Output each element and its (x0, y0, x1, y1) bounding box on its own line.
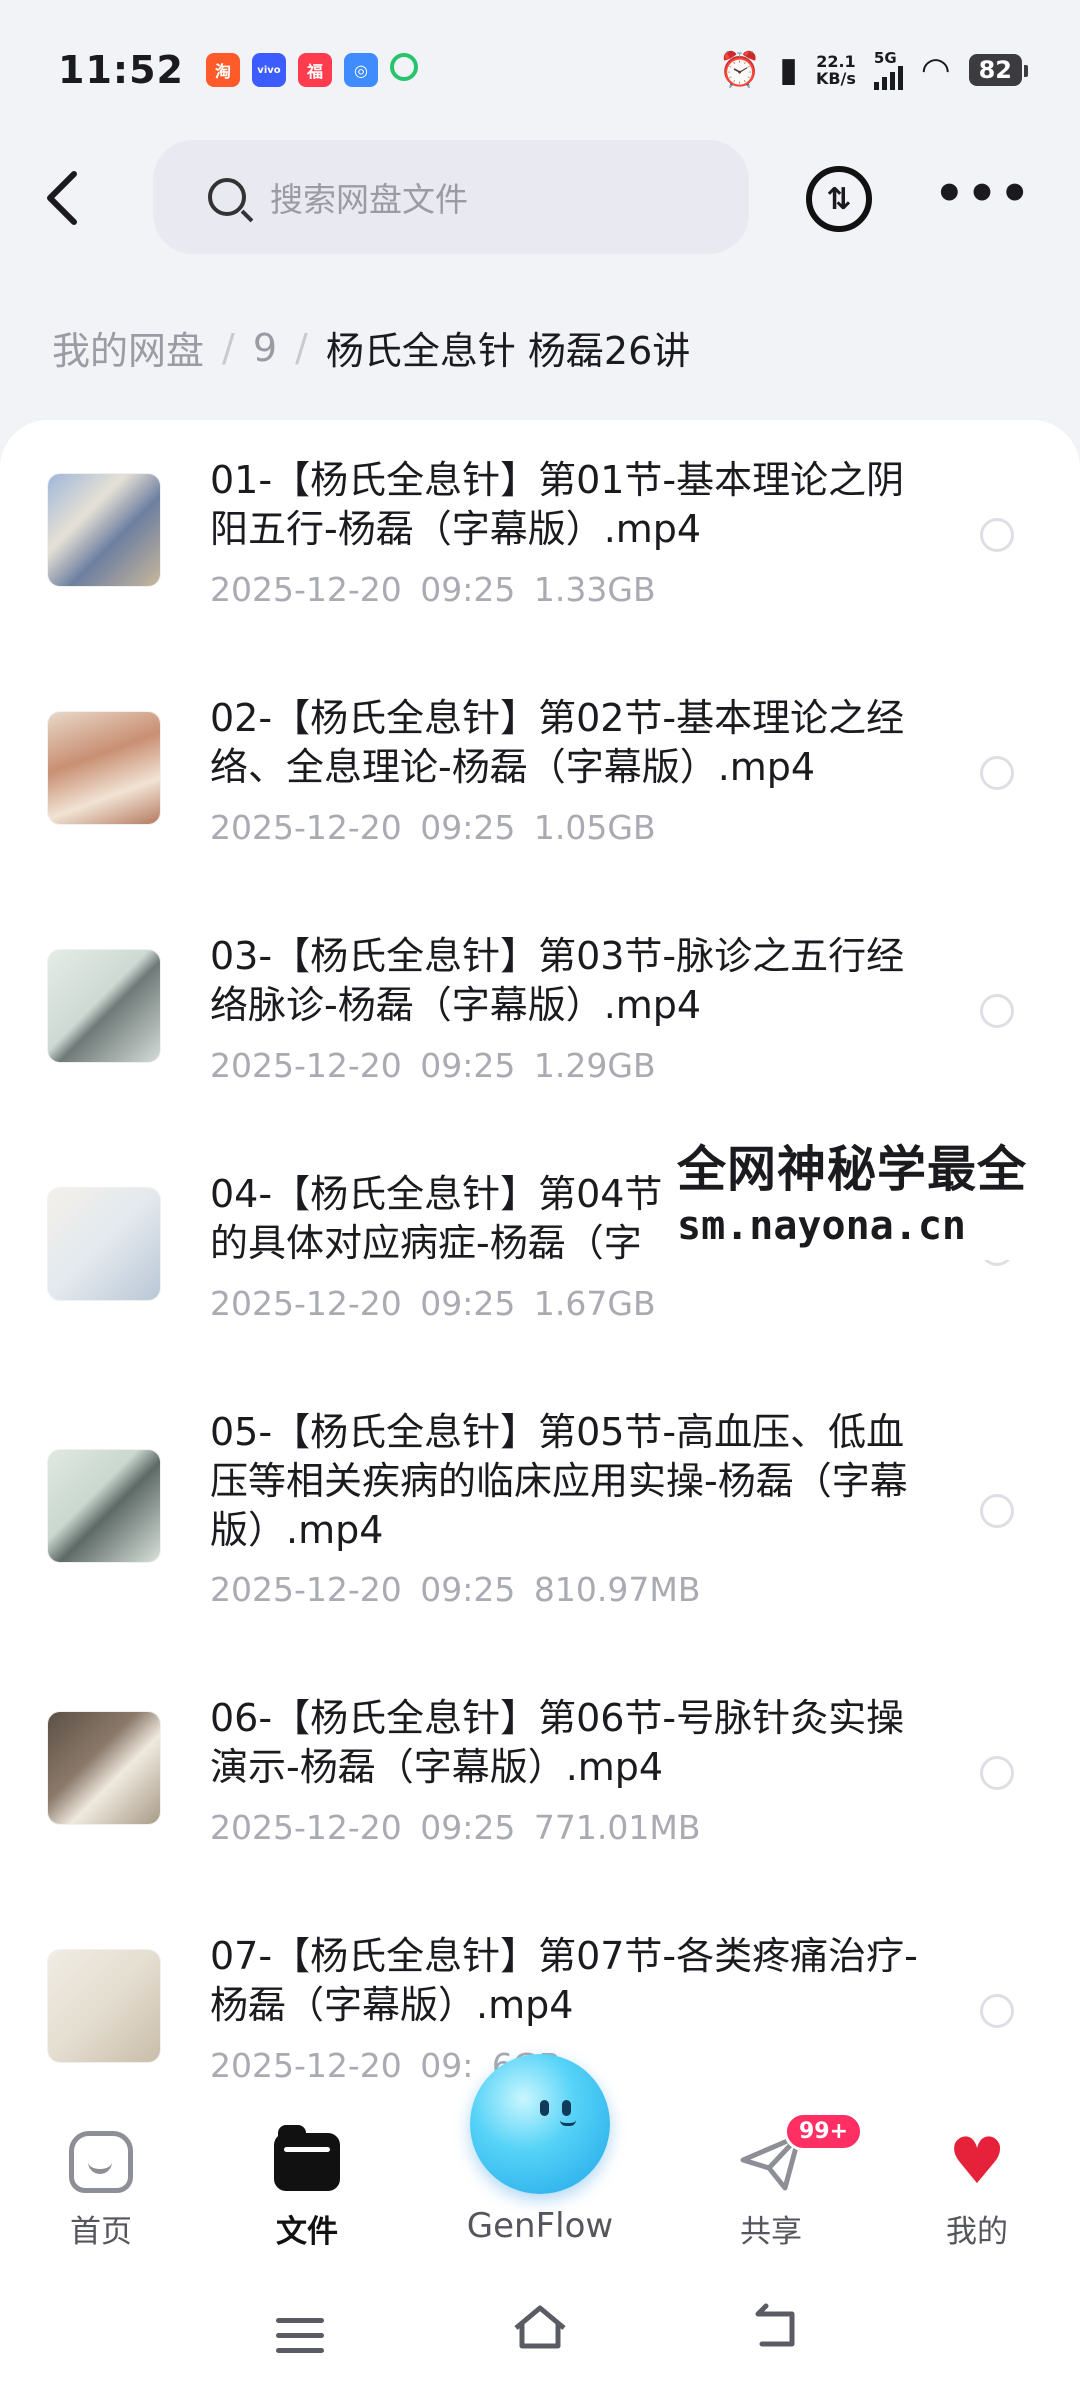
watermark-title: 全网神秘学最全 (677, 1140, 1028, 1198)
nav-item-home[interactable]: 首页 (26, 2128, 176, 2251)
home-system-button[interactable] (510, 2302, 570, 2365)
search-placeholder: 搜索网盘文件 (270, 180, 468, 219)
vivo-notification-icon: vivo (251, 53, 286, 87)
nav-label-files: 文件 (276, 2214, 338, 2250)
share-badge: 99+ (784, 2112, 864, 2151)
more-options-button[interactable]: ••• (934, 164, 1032, 224)
battery-indicator: 82 (968, 54, 1029, 86)
file-row[interactable]: 06-【杨氏全息针】第06节-号脉针灸实操演示-杨磊（字幕版）.mp4 2025… (0, 1658, 1080, 1896)
cell-signal-icon: 5G (873, 50, 903, 90)
shopping-notification-icon: 福 (297, 53, 332, 87)
wifi-icon: ◠ (920, 50, 951, 90)
file-meta: 2025-12-20 09:25 1.29GB (210, 1046, 656, 1085)
vibrate-icon: ▮ (779, 50, 798, 90)
back-arrow-icon (755, 2303, 795, 2347)
nav-label-genflow: GenFlow (466, 2206, 614, 2246)
file-row[interactable]: 03-【杨氏全息针】第03节-脉诊之五行经络脉诊-杨磊（字幕版）.mp4 202… (0, 896, 1080, 1134)
breadcrumb-separator: / (222, 325, 235, 370)
transfer-list-button[interactable]: ⇅ (806, 166, 872, 232)
search-input[interactable]: 搜索网盘文件 (153, 140, 749, 254)
status-bar: 11:52 淘 vivo 福 ◎ ⏰ ▮ 22.1 KB/s 5G ◠ 82 (0, 0, 1080, 140)
file-name: 03-【杨氏全息针】第03节-脉诊之五行经络脉诊-杨磊（字幕版）.mp4 (210, 934, 905, 1027)
file-row[interactable]: 05-【杨氏全息针】第05节-高血压、低血压等相关疾病的临床应用实操-杨磊（字幕… (0, 1372, 1080, 1658)
watermark-url: sm.nayona.cn (677, 1203, 966, 1249)
home-outline-icon (514, 2305, 566, 2349)
nav-label-share: 共享 (740, 2214, 802, 2250)
home-icon (69, 2131, 133, 2193)
orb-eye-icon (540, 2100, 549, 2116)
notification-icons: 淘 vivo 福 ◎ (205, 53, 418, 87)
recents-button[interactable] (276, 2318, 324, 2363)
video-thumbnail (48, 1712, 160, 1824)
search-icon (208, 178, 246, 216)
breadcrumb-folder-9[interactable]: 9 (253, 326, 277, 370)
select-checkbox[interactable] (980, 1994, 1014, 2028)
file-name: 02-【杨氏全息针】第02节-基本理论之经络、全息理论-杨磊（字幕版）.mp4 (210, 696, 905, 789)
browser-notification-icon: ◎ (343, 53, 378, 87)
clock: 11:52 (58, 48, 184, 92)
breadcrumb-root[interactable]: 我的网盘 (52, 320, 204, 375)
video-thumbnail (48, 474, 160, 586)
file-meta: 2025-12-20 09:25 1.67GB (210, 1284, 656, 1323)
breadcrumb: 我的网盘 / 9 / 杨氏全息针 杨磊26讲 (52, 320, 690, 375)
video-thumbnail (48, 1450, 160, 1562)
nav-label-mine: 我的 (946, 2214, 1008, 2250)
file-name: 01-【杨氏全息针】第01节-基本理论之阴阳五行-杨磊（字幕版）.mp4 (210, 458, 905, 551)
file-meta: 2025-12-20 09:25 1.05GB (210, 808, 656, 847)
nav-item-files[interactable]: 文件 (232, 2125, 382, 2251)
back-system-button[interactable] (752, 2302, 804, 2365)
chevron-left-icon (47, 171, 77, 225)
select-checkbox[interactable] (980, 756, 1014, 790)
file-meta: 2025-12-20 09:25 771.01MB (210, 1808, 701, 1847)
file-meta: 2025-12-20 09:25 1.33GB (210, 570, 656, 609)
video-thumbnail (48, 1188, 160, 1300)
nav-item-share[interactable]: 99+ 共享 (696, 2112, 864, 2251)
file-name: 07-【杨氏全息针】第07节-各类疼痛治疗-杨磊（字幕版）.mp4 (210, 1934, 918, 2027)
orb-eye-icon (562, 2100, 571, 2116)
transfer-icon: ⇅ (826, 181, 852, 217)
select-checkbox[interactable] (980, 994, 1014, 1028)
heart-avatar-icon: ♥ (948, 2125, 1006, 2199)
file-name: 05-【杨氏全息针】第05节-高血压、低血压等相关疾病的临床应用实操-杨磊（字幕… (210, 1410, 908, 1552)
orb-mouth-icon (560, 2120, 576, 2126)
back-button[interactable] (42, 168, 102, 228)
select-checkbox[interactable] (980, 1494, 1014, 1528)
genflow-button[interactable] (470, 2054, 610, 2194)
taobao-notification-icon: 淘 (205, 53, 240, 87)
breadcrumb-current: 杨氏全息针 杨磊26讲 (325, 329, 691, 373)
file-meta: 2025-12-20 09:25 810.97MB (210, 1570, 701, 1609)
file-row[interactable]: 01-【杨氏全息针】第01节-基本理论之阴阳五行-杨磊（字幕版）.mp4 202… (0, 420, 1080, 658)
file-row[interactable]: 02-【杨氏全息针】第02节-基本理论之经络、全息理论-杨磊（字幕版）.mp4 … (0, 658, 1080, 896)
file-list: 01-【杨氏全息针】第01节-基本理论之阴阳五行-杨磊（字幕版）.mp4 202… (0, 420, 1080, 2100)
folder-icon (274, 2125, 340, 2191)
nav-label-home: 首页 (70, 2214, 132, 2250)
select-checkbox[interactable] (980, 1756, 1014, 1790)
sync-notification-icon (389, 53, 418, 81)
watermark-overlay: 全网神秘学最全 sm.nayona.cn (675, 1138, 1080, 1260)
more-dots-icon: ••• (934, 166, 1033, 222)
video-thumbnail (48, 712, 160, 824)
system-nav-bar (0, 2270, 1080, 2400)
video-thumbnail (48, 950, 160, 1062)
breadcrumb-separator: / (295, 325, 308, 370)
video-thumbnail (48, 1950, 160, 2062)
select-checkbox[interactable] (980, 518, 1014, 552)
alarm-icon: ⏰ (718, 50, 762, 90)
file-name: 06-【杨氏全息针】第06节-号脉针灸实操演示-杨磊（字幕版）.mp4 (210, 1696, 905, 1789)
top-bar: 搜索网盘文件 ⇅ ••• (0, 140, 1080, 258)
net-speed: 22.1 KB/s (815, 52, 856, 88)
nav-item-mine[interactable]: ♥ 我的 (902, 2128, 1052, 2251)
